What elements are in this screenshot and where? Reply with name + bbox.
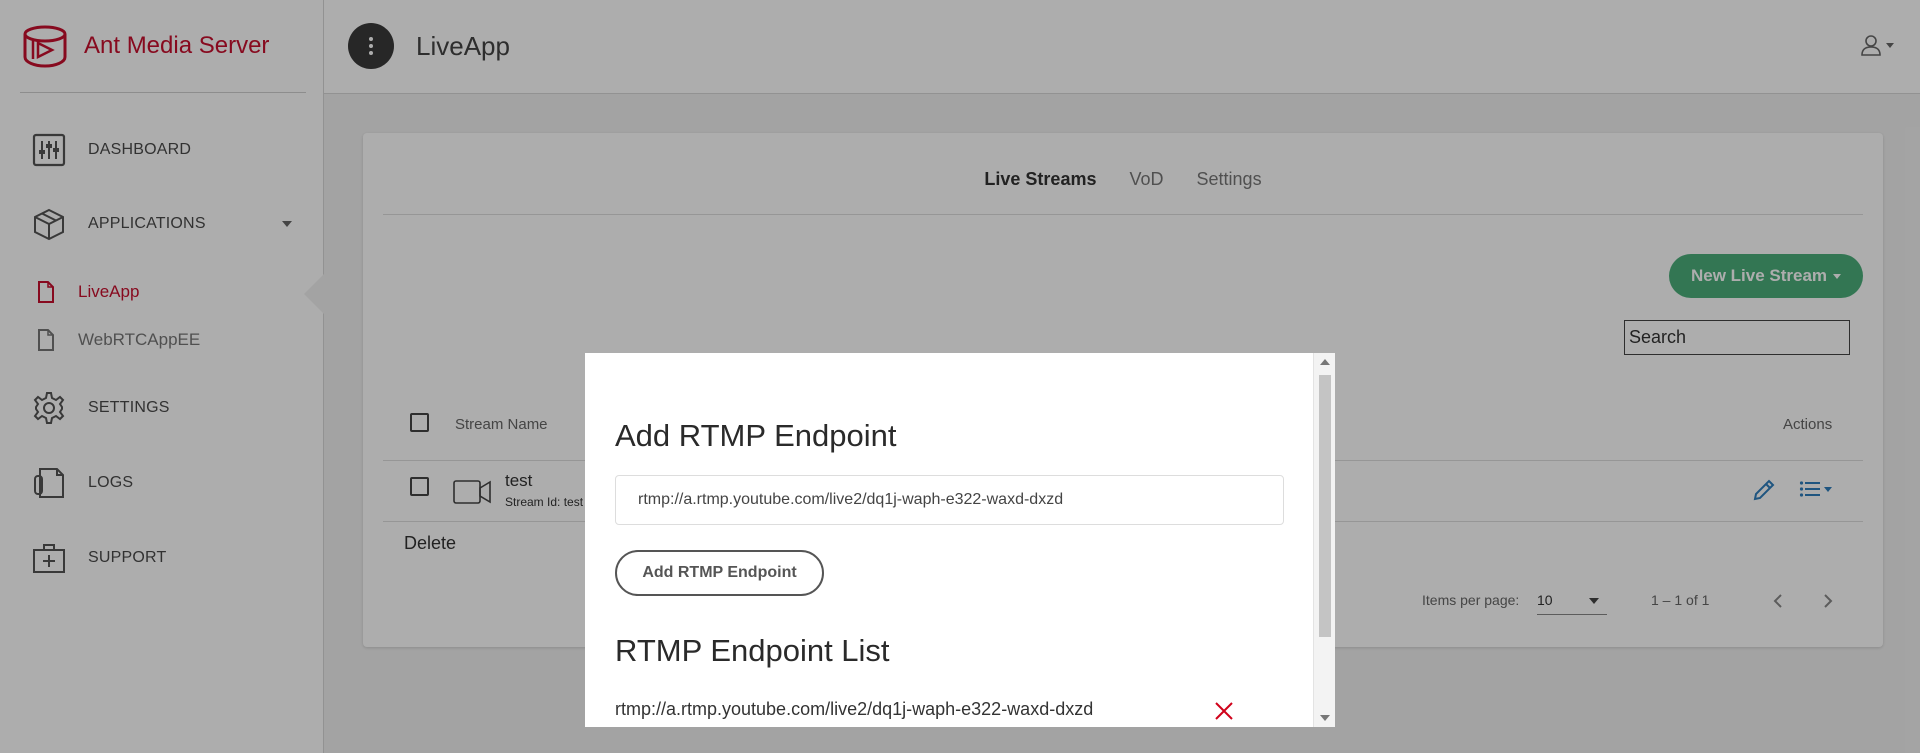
endpoint-list-title: RTMP Endpoint List <box>615 633 890 668</box>
endpoint-list-item: rtmp://a.rtmp.youtube.com/live2/dq1j-wap… <box>615 699 1094 719</box>
scroll-thumb[interactable] <box>1319 375 1331 637</box>
scroll-down-arrow-icon[interactable] <box>1320 715 1330 721</box>
rtmp-url-input[interactable] <box>615 475 1284 525</box>
rtmp-endpoint-dialog: Add RTMP Endpoint Add RTMP Endpoint RTMP… <box>585 353 1335 727</box>
dialog-title: Add RTMP Endpoint <box>615 418 897 453</box>
close-icon[interactable] <box>1213 700 1235 722</box>
scrollbar[interactable] <box>1313 353 1335 727</box>
add-rtmp-endpoint-button[interactable]: Add RTMP Endpoint <box>615 550 824 596</box>
scroll-up-arrow-icon[interactable] <box>1320 359 1330 365</box>
